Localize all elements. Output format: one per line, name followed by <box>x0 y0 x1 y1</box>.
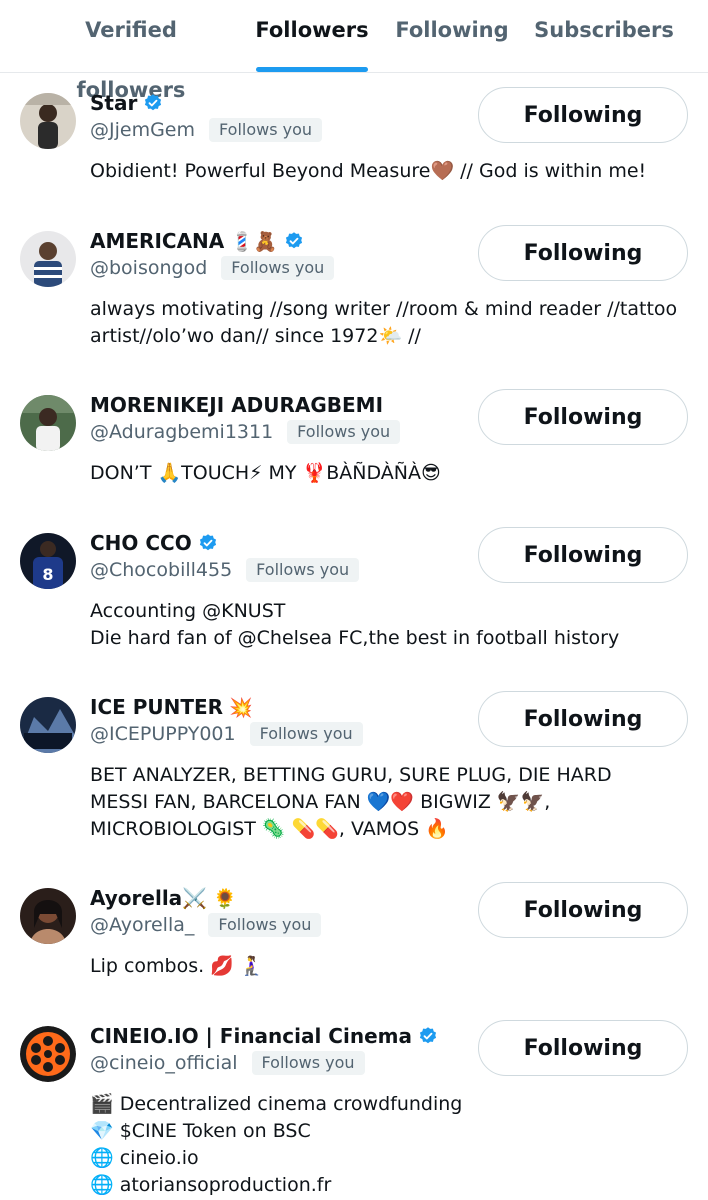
bio-line: Lip combos. 💋 🧎‍♀️ <box>90 955 264 977</box>
tab-followers[interactable]: Followers <box>250 0 374 72</box>
bio-line: MESSI FAN, BARCELONA FAN 💙❤️ BIGWIZ 🦅🦅, <box>90 791 551 813</box>
handle-line: @boisongod Follows you <box>90 255 335 281</box>
tab-subscribers[interactable]: Subscribers <box>534 0 674 72</box>
bio-line: always motivating //song writer //room &… <box>90 298 678 320</box>
user-name: CHO CCO <box>90 531 192 555</box>
follows-you-badge: Follows you <box>221 256 335 280</box>
user-bio: always motivating //song writer //room &… <box>90 296 680 350</box>
follows-you-badge: Follows you <box>208 913 322 937</box>
user-handle: @Chocobill455 <box>90 559 233 581</box>
svg-text:8: 8 <box>42 565 53 584</box>
display-name[interactable]: Star <box>90 89 163 117</box>
bio-line: BET ANALYZER, BETTING GURU, SURE PLUG, D… <box>90 764 612 786</box>
verified-badge-icon <box>199 534 216 551</box>
following-button[interactable]: Following <box>478 225 688 281</box>
following-button[interactable]: Following <box>478 882 688 938</box>
user-bio: 🎬 Decentralized cinema crowdfunding 💎 $C… <box>90 1091 680 1199</box>
verified-badge-icon <box>285 232 302 249</box>
handle-line: @JjemGem Follows you <box>90 117 323 143</box>
avatar[interactable] <box>20 1026 76 1082</box>
bio-line: 💎 $CINE Token on BSC <box>90 1120 311 1142</box>
bio-line: Obidient! Powerful Beyond Measure🤎 // Go… <box>90 160 647 182</box>
active-tab-indicator <box>256 67 368 72</box>
user-handle: @Ayorella_ <box>90 914 195 936</box>
avatar[interactable] <box>20 395 76 451</box>
user-bio: Lip combos. 💋 🧎‍♀️ <box>90 953 680 980</box>
follows-you-badge: Follows you <box>251 1051 365 1075</box>
user-handle: @cineio_official <box>90 1052 238 1074</box>
user-handle: @ICEPUPPY001 <box>90 723 236 745</box>
following-button[interactable]: Following <box>478 1020 688 1076</box>
bio-line: artist//olo’wo dan// since 1972🌤️ // <box>90 325 421 347</box>
user-name: CINEIO.IO | Financial Cinema <box>90 1024 412 1048</box>
handle-line: @Ayorella_ Follows you <box>90 912 322 938</box>
user-name: MORENIKEJI ADURAGBEMI <box>90 393 384 417</box>
display-name[interactable]: Ayorella⚔️ 🌻 <box>90 884 237 912</box>
follows-you-badge: Follows you <box>209 118 323 142</box>
name-emoji: 💥 <box>229 696 253 719</box>
handle-line: @cineio_official Follows you <box>90 1050 365 1076</box>
following-button[interactable]: Following <box>478 87 688 143</box>
bio-line: DON’T 🙏TOUCH⚡ MY 🦞BÀÑDÀÑÀ😎 <box>90 462 441 484</box>
bio-line: 🎬 Decentralized cinema crowdfunding <box>90 1093 463 1115</box>
avatar[interactable] <box>20 697 76 753</box>
following-button[interactable]: Following <box>478 527 688 583</box>
tab-following[interactable]: Following <box>394 0 510 72</box>
follows-you-badge: Follows you <box>246 558 360 582</box>
display-name[interactable]: MORENIKEJI ADURAGBEMI <box>90 391 383 419</box>
bio-line: 🌐 atoriansoproduction.fr <box>90 1174 332 1196</box>
tab-verified-followers[interactable]: Verified followers <box>30 0 232 102</box>
display-name[interactable]: AMERICANA 💈🧸 <box>90 227 304 255</box>
following-button[interactable]: Following <box>478 691 688 747</box>
verified-badge-icon <box>145 94 162 111</box>
follows-you-badge: Follows you <box>287 420 401 444</box>
user-name: ICE PUNTER <box>90 695 224 719</box>
user-bio: Accounting @KNUST Die hard fan of @Chels… <box>90 598 680 652</box>
display-name[interactable]: CINEIO.IO | Financial Cinema <box>90 1022 438 1050</box>
user-handle: @JjemGem <box>90 119 196 141</box>
follows-you-badge: Follows you <box>249 722 363 746</box>
bio-line: Die hard fan of @Chelsea FC,the best in … <box>90 627 620 649</box>
handle-line: @Chocobill455 Follows you <box>90 557 360 583</box>
bio-line: Accounting @KNUST <box>90 600 286 622</box>
user-name: Star <box>90 91 138 115</box>
bio-line: 🌐 cineio.io <box>90 1147 199 1169</box>
user-name: AMERICANA <box>90 229 225 253</box>
user-bio: BET ANALYZER, BETTING GURU, SURE PLUG, D… <box>90 762 680 843</box>
user-handle: @boisongod <box>90 257 208 279</box>
avatar[interactable] <box>20 888 76 944</box>
user-bio: Obidient! Powerful Beyond Measure🤎 // Go… <box>90 158 680 185</box>
avatar[interactable] <box>20 231 76 287</box>
following-button[interactable]: Following <box>478 389 688 445</box>
handle-line: @Aduragbemi1311 Follows you <box>90 419 401 445</box>
display-name[interactable]: ICE PUNTER 💥 <box>90 693 253 721</box>
avatar[interactable]: 8 <box>20 533 76 589</box>
name-emoji: 💈🧸 <box>230 230 278 253</box>
user-name: Ayorella⚔️ <box>90 886 208 910</box>
display-name[interactable]: CHO CCO <box>90 529 218 557</box>
verified-badge-icon <box>419 1027 437 1044</box>
bio-line: MICROBIOLOGIST 🦠 💊💊, VAMOS 🔥 <box>90 818 449 840</box>
avatar[interactable] <box>20 93 76 149</box>
followers-tab-bar: Verified followers Followers Following S… <box>0 0 708 102</box>
handle-line: @ICEPUPPY001 Follows you <box>90 721 363 747</box>
user-handle: @Aduragbemi1311 <box>90 421 274 443</box>
name-emoji: 🌻 <box>213 887 237 910</box>
user-bio: DON’T 🙏TOUCH⚡ MY 🦞BÀÑDÀÑÀ😎 <box>90 460 680 487</box>
